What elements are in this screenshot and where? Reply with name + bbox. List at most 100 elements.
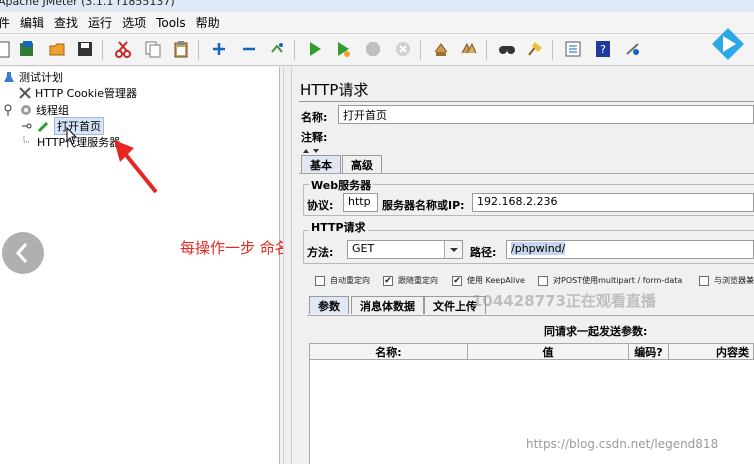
menu-file[interactable]: 件 <box>0 14 15 31</box>
tab-advanced[interactable]: 高级 <box>342 155 382 173</box>
save-icon[interactable] <box>74 38 96 60</box>
templates-icon[interactable] <box>16 38 38 60</box>
tab-strip-line <box>299 173 754 174</box>
toolbar-separator <box>198 40 199 60</box>
title-bar: Apache JMeter (3.1.1 r1855137) <box>0 0 754 12</box>
video-play-icon[interactable] <box>708 24 748 64</box>
shutdown-icon[interactable] <box>392 38 414 60</box>
paste-icon[interactable] <box>170 38 192 60</box>
name-input[interactable]: 打开首页 <box>338 105 754 124</box>
server-label: 服务器名称或IP: <box>382 199 465 212</box>
menu-edit[interactable]: 编辑 <box>15 14 49 31</box>
annotation-text: 每操作一步 命名 <box>180 239 290 257</box>
title-separator <box>299 101 754 102</box>
cut-icon[interactable] <box>112 38 134 60</box>
checkbox-follow-redirect[interactable]: ✔ 跟随重定向 <box>383 275 438 286</box>
pipette-icon <box>37 119 51 133</box>
tree-label: 测试计划 <box>19 71 63 84</box>
live-watermark: 104428773正在观看直播 <box>472 292 656 310</box>
search-icon[interactable] <box>496 38 518 60</box>
sub-tab-line <box>307 315 754 316</box>
tree-node-test-plan[interactable]: 测试计划 <box>2 69 63 85</box>
checkbox-box[interactable]: ✔ <box>452 275 462 286</box>
chevron-down-icon[interactable] <box>444 241 462 258</box>
expand-icon[interactable] <box>208 38 230 60</box>
tab-body-data[interactable]: 消息体数据 <box>351 296 424 314</box>
red-arrow-annotation <box>112 140 162 199</box>
checkbox-box[interactable] <box>699 275 709 286</box>
tree-node-thread-group[interactable]: 线程组 <box>2 102 69 118</box>
toolbar-separator <box>552 40 553 60</box>
checkbox-multipart[interactable]: 对POST使用multipart / form-data <box>538 275 682 286</box>
credit-watermark: https://blog.csdn.net/legend818 <box>526 437 719 451</box>
toolbar-separator <box>420 40 421 60</box>
column-content-type[interactable]: 内容类 <box>668 343 754 360</box>
toolbar-separator <box>294 40 295 60</box>
toolbar-separator <box>486 40 487 60</box>
method-value: GET <box>352 242 375 255</box>
tree-label: HTTP代理服务器 <box>37 136 121 149</box>
params-caption: 同请求一起发送参数: <box>544 325 648 338</box>
flask-icon <box>2 70 16 84</box>
column-encode[interactable]: 编码? <box>628 343 669 360</box>
comment-label: 注释: <box>301 131 328 144</box>
protocol-input[interactable]: http <box>343 193 378 212</box>
tree-line-icon <box>20 135 34 149</box>
checkbox-label: 对POST使用multipart / form-data <box>553 276 683 285</box>
checkbox-keepalive[interactable]: ✔ 使用 KeepAlive <box>452 275 525 286</box>
http-request-title: HTTP请求 <box>309 219 368 235</box>
tree-label: 打开首页 <box>54 117 104 135</box>
back-nav-button[interactable] <box>2 232 44 274</box>
menu-tools[interactable]: Tools <box>151 16 191 30</box>
method-label: 方法: <box>307 246 334 259</box>
tree-label: 线程组 <box>36 104 69 117</box>
collapse-icon[interactable] <box>238 38 260 60</box>
tree-toggle-icon[interactable] <box>2 103 16 117</box>
help-icon[interactable]: ? <box>592 38 614 60</box>
function-helper-icon[interactable] <box>562 38 584 60</box>
checkbox-label: 与浏览器兼 <box>714 276 754 285</box>
start-icon[interactable] <box>304 38 326 60</box>
tab-basic[interactable]: 基本 <box>301 155 341 173</box>
menu-help[interactable]: 帮助 <box>191 14 225 31</box>
web-server-title: Web服务器 <box>309 177 374 193</box>
menu-search[interactable]: 查找 <box>49 14 83 31</box>
checkbox-box[interactable] <box>538 275 548 286</box>
column-value[interactable]: 值 <box>467 343 629 360</box>
tab-parameters[interactable]: 参数 <box>309 296 349 314</box>
log-viewer-icon[interactable] <box>622 38 644 60</box>
toolbar: ? <box>0 28 754 66</box>
open-icon[interactable] <box>46 38 68 60</box>
column-name[interactable]: 名称: <box>309 343 468 360</box>
checkbox-browser-compatible[interactable]: 与浏览器兼 <box>699 275 754 286</box>
copy-icon[interactable] <box>142 38 164 60</box>
panel-title: HTTP请求 <box>300 81 369 99</box>
tree-node-sampler[interactable]: 打开首页 <box>20 117 104 135</box>
start-no-pause-icon[interactable] <box>332 38 354 60</box>
path-input[interactable]: /phpwind/ <box>506 240 754 259</box>
path-label: 路径: <box>470 246 497 259</box>
menu-options[interactable]: 选项 <box>117 14 151 31</box>
checkbox-label: 自动重定向 <box>330 276 370 285</box>
clear-icon[interactable] <box>430 38 452 60</box>
stop-icon[interactable] <box>362 38 384 60</box>
tree-toggle-icon[interactable] <box>20 119 34 133</box>
checkbox-box[interactable] <box>315 275 325 286</box>
svg-text:?: ? <box>600 43 606 56</box>
mouse-cursor-icon <box>66 126 78 148</box>
menu-run[interactable]: 运行 <box>83 14 117 31</box>
checkbox-auto-redirect[interactable]: 自动重定向 <box>315 275 370 286</box>
path-value: /phpwind/ <box>511 242 566 255</box>
toolbar-separator <box>102 40 103 60</box>
server-input[interactable]: 192.168.2.236 <box>472 193 754 212</box>
checkbox-box[interactable]: ✔ <box>383 275 393 286</box>
tree-node-cookie-manager[interactable]: HTTP Cookie管理器 <box>18 85 137 101</box>
split-divider[interactable] <box>283 67 292 464</box>
http-request-panel: HTTP请求 名称: 打开首页 注释: 基本 高级 Web服务器 协议: htt… <box>295 67 754 464</box>
clear-all-icon[interactable] <box>458 38 480 60</box>
new-icon[interactable] <box>0 38 14 60</box>
toggle-icon[interactable] <box>266 38 288 60</box>
collapse-arrows-icon[interactable] <box>301 144 331 153</box>
menu-bar: 件 编辑 查找 运行 选项 Tools 帮助 <box>0 12 754 34</box>
reset-search-icon[interactable] <box>524 38 546 60</box>
